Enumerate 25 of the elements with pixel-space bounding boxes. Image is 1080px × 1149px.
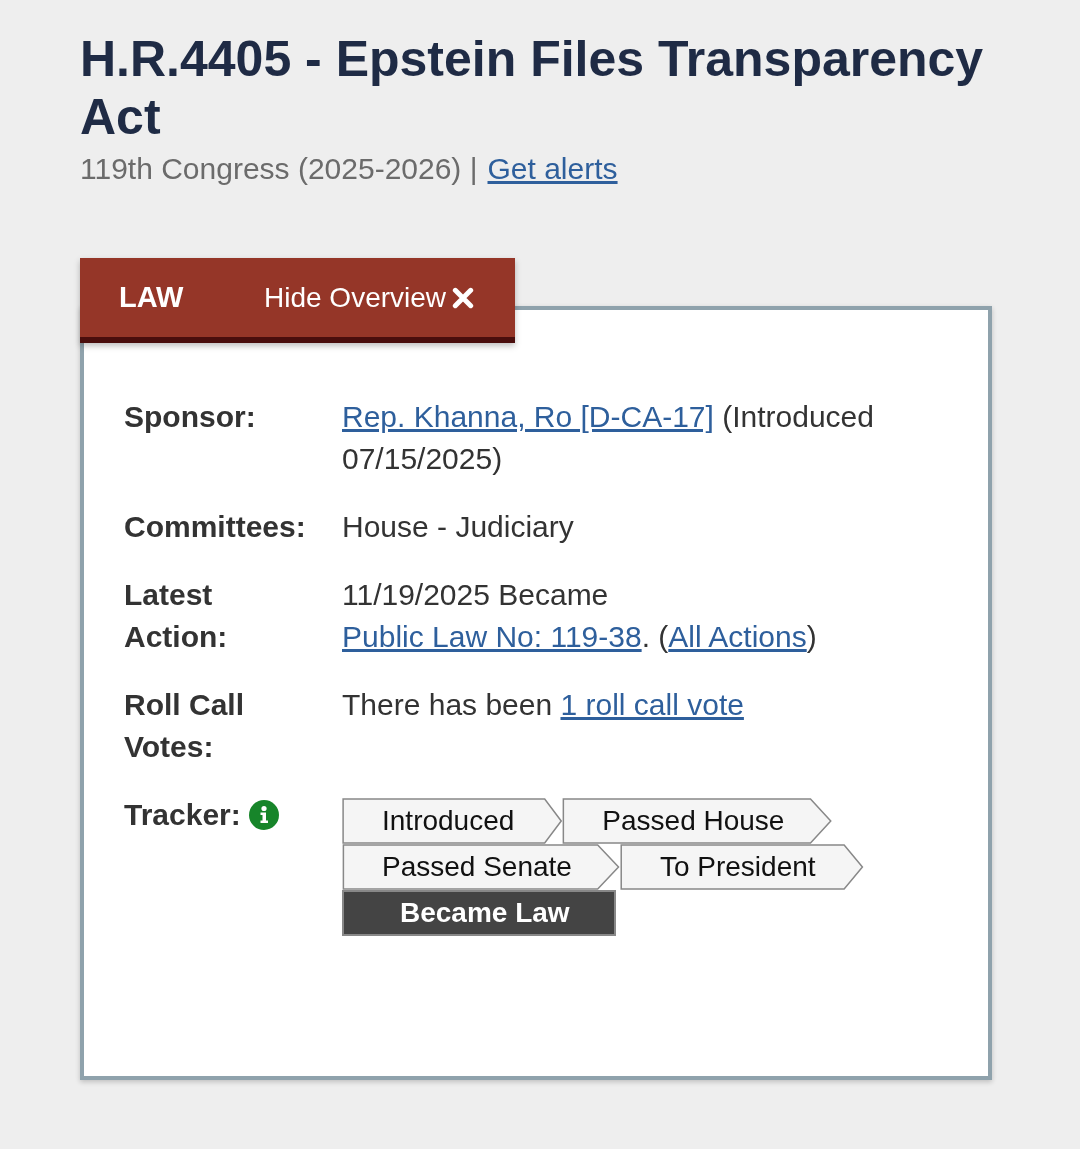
field-value: House - Judiciary	[342, 509, 575, 545]
close-icon	[452, 286, 475, 309]
field-value: 11/19/2025 Became Public Law No: 119-38. (All Actions)	[342, 577, 818, 655]
congress-label: 119th Congress (2025-2026) |	[80, 152, 478, 186]
field-label: Roll Call Votes:	[124, 687, 245, 765]
field-label: Sponsor:	[124, 399, 257, 435]
page-title: H.R.4405 - Epstein Files Transparency Act	[80, 30, 985, 146]
info-icon[interactable]	[248, 800, 279, 830]
tracker-step: Passed House	[562, 798, 833, 844]
value-link[interactable]: All Actions	[668, 620, 807, 653]
value-link[interactable]: Public Law No: 119-38	[342, 620, 642, 653]
field-value: There has been 1 roll call vote	[342, 687, 745, 723]
tracker-step: Became Law	[342, 890, 616, 936]
field-value: Rep. Khanna, Ro [D-CA-17] (Introduced 07/15/2025)	[342, 399, 875, 477]
value-link[interactable]: 1 roll call vote	[560, 688, 744, 721]
value-link[interactable]: Rep. Khanna, Ro [D-CA-17]	[342, 400, 714, 433]
tracker-step: Passed Senate	[342, 844, 620, 890]
field-label: Latest Action:	[124, 577, 229, 655]
tracker-step: To President	[619, 844, 864, 890]
status-label: LAW	[119, 281, 185, 314]
tracker-step: Introduced	[342, 798, 563, 844]
field-label: Tracker:	[124, 797, 241, 833]
hide-overview-button[interactable]: Hide Overview	[264, 281, 475, 314]
field-label: Committees:	[124, 509, 307, 545]
get-alerts-link[interactable]: Get alerts	[487, 152, 618, 186]
